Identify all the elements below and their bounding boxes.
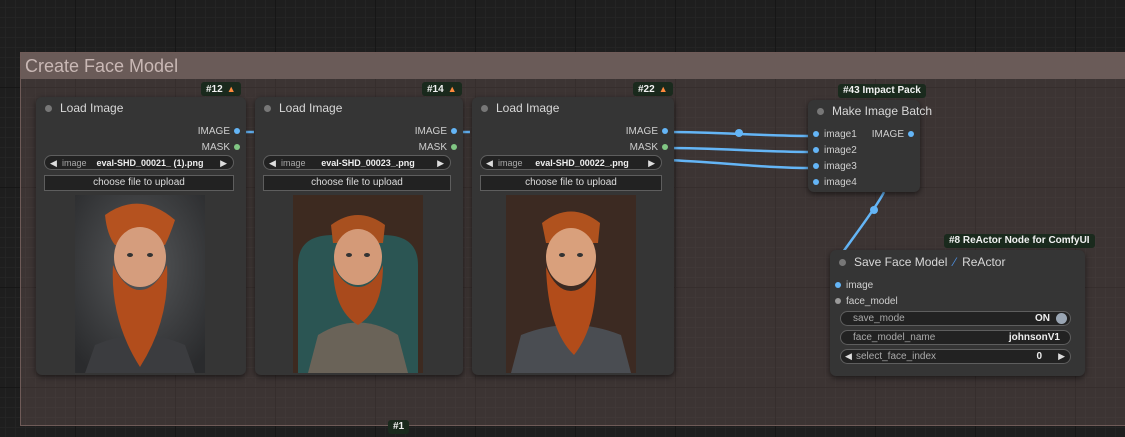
image-select[interactable]: ◀ image eval-SHD_00021_ (1).png ▶ [44,155,234,170]
node-load-image-2[interactable]: Load Image IMAGE MASK ◀ image eval-SHD_0… [255,97,463,375]
upload-button[interactable]: choose file to upload [44,175,234,191]
output-image: IMAGE [625,126,658,137]
node-title-suffix: ReActor [962,255,1006,269]
output-port-image[interactable] [662,128,668,135]
input-port-image[interactable] [835,282,841,289]
node-title: Load Image [496,101,560,115]
input-port-face-model[interactable] [835,298,841,305]
output-image: IMAGE [197,126,230,137]
select-face-index-stepper[interactable]: ◀ select_face_index 0 ▶ [840,349,1071,364]
badge-load1: #12 ▲ [201,82,241,96]
node-title: Make Image Batch [832,104,933,118]
fox-icon: ▲ [658,84,668,94]
output-image: IMAGE [414,126,447,137]
image-preview [506,195,636,373]
fox-icon: ▲ [226,84,236,94]
input-port-image3[interactable] [813,163,819,170]
badge-load3: #22 ▲ [633,82,673,96]
arrow-left-icon[interactable]: ◀ [845,350,852,363]
input-port-image1[interactable] [813,131,819,138]
arrow-right-icon[interactable]: ▶ [1058,350,1065,363]
node-make-image-batch[interactable]: Make Image Batch image1 image2 image3 im… [808,100,932,192]
collapse-dot[interactable] [264,105,271,112]
output-port-image[interactable] [451,128,457,135]
arrow-left-icon[interactable]: ◀ [50,156,57,171]
feather-icon: ⁄ [953,255,956,269]
node-title: Save Face Model [854,255,948,269]
output-mask: MASK [418,142,447,153]
collapse-dot[interactable] [817,108,824,115]
arrow-right-icon[interactable]: ▶ [437,156,444,171]
collapse-dot[interactable] [45,105,52,112]
badge-load2: #14 ▲ [422,82,462,96]
upload-button[interactable]: choose file to upload [480,175,662,191]
arrow-left-icon[interactable]: ◀ [269,156,276,171]
image-select[interactable]: ◀ image eval-SHD_00023_.png ▶ [263,155,451,170]
output-port-mask[interactable] [662,144,668,151]
save-mode-toggle[interactable]: save_mode ON [840,311,1071,326]
arrow-right-icon[interactable]: ▶ [220,156,227,171]
group-title[interactable]: Create Face Model [21,53,1125,79]
input-port-image4[interactable] [813,179,819,186]
upload-button[interactable]: choose file to upload [263,175,451,191]
group-badge: #1 [388,420,410,434]
output-mask: MASK [201,142,230,153]
face-model-name-field[interactable]: face_model_name johnsonV1 [840,330,1071,345]
collapse-dot[interactable] [481,105,488,112]
node-save-face-model[interactable]: Save Face Model ⁄ ReActor image face_mod… [830,250,1085,376]
output-mask: MASK [629,142,658,153]
toggle-icon[interactable] [1056,313,1067,324]
arrow-left-icon[interactable]: ◀ [486,156,493,171]
image-select[interactable]: ◀ image eval-SHD_00022_.png ▶ [480,155,662,170]
collapse-dot[interactable] [839,259,846,266]
node-load-image-1[interactable]: Load Image IMAGE MASK ◀ image eval-SHD_0… [36,97,246,375]
badge-save: #8 ReActor Node for ComfyUI [944,234,1095,248]
badge-batch: #43 Impact Pack [838,84,926,98]
image-preview [293,195,423,373]
node-load-image-3[interactable]: Load Image IMAGE MASK ◀ image eval-SHD_0… [472,97,674,375]
input-port-image2[interactable] [813,147,819,154]
arrow-right-icon[interactable]: ▶ [648,156,655,171]
image-preview [75,195,205,373]
output-port-mask[interactable] [234,144,240,151]
output-port-image[interactable] [908,131,914,138]
output-image: IMAGE [871,129,904,140]
node-title: Load Image [60,101,124,115]
output-port-image[interactable] [234,128,240,135]
output-port-mask[interactable] [451,144,457,151]
fox-icon: ▲ [447,84,457,94]
node-title: Load Image [279,101,343,115]
